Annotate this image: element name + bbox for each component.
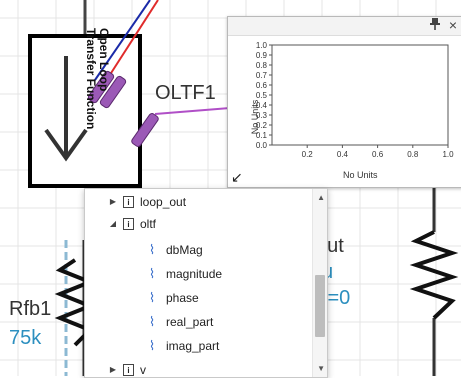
waveform-icon: ⌇ [148,338,156,353]
component-value[interactable]: 75k [9,327,41,350]
waveform-icon: ⌇ [148,266,156,281]
block-label: Open Loop Transfer Function [82,28,111,140]
plot-titlebar[interactable]: × [228,17,461,36]
expand-arrow-icon[interactable]: ▶ [107,359,119,377]
y-tick-label: 0.8 [256,61,268,70]
tree-item-label: magnitude [166,267,223,281]
tree-item-label: loop_out [140,195,187,209]
plot-window[interactable]: × 1.0 0.9 0.8 0.7 0.6 0.5 0.4 0.3 0.2 0.1 0.0 0.2 0.… [227,16,461,188]
tree-item-phase[interactable]: ⌇ phase [145,287,199,309]
x-tick-label: 0.4 [337,150,349,159]
scroll-down-arrow-icon[interactable]: ▼ [317,364,325,373]
resize-icon[interactable]: ↙ [231,169,243,186]
resistor-symbol [409,230,459,320]
x-tick-label: 0.2 [302,150,314,159]
waveform-icon: ⌇ [148,314,156,329]
pin-icon[interactable] [430,18,440,33]
info-box-icon: i [123,196,134,208]
info-box-icon: i [123,364,134,376]
close-icon[interactable]: × [449,17,457,33]
tree-item-imag-part[interactable]: ⌇ imag_part [145,335,220,357]
block-label-line1: Open Loop [97,28,111,92]
tree-item-v[interactable]: ▶ i v [107,359,146,377]
wire-magenta [154,107,231,115]
x-tick-label: 1.0 [442,150,454,159]
scroll-thumb[interactable] [315,275,325,337]
y-tick-label: 1.0 [256,41,268,50]
plot-ylabel: No Units [250,99,260,135]
plot-frame [271,44,449,146]
tree-item-dbmag[interactable]: ⌇ dbMag [145,239,203,261]
scrollbar[interactable]: ▲ ▼ [312,189,327,377]
tree-item-magnitude[interactable]: ⌇ magnitude [145,263,222,285]
y-tick-label: 0.7 [256,71,268,80]
tree-item-label: oltf [140,217,157,231]
tree-item-label: phase [166,291,199,305]
x-tick-label: 0.6 [372,150,384,159]
net-label[interactable]: OLTF1 [155,82,216,105]
waveform-icon: ⌇ [148,242,156,257]
x-tick-label: 0.8 [407,150,419,159]
scroll-up-arrow-icon[interactable]: ▲ [317,193,325,202]
collapse-arrow-icon[interactable]: ◢ [107,213,119,235]
signal-tree-dropdown[interactable]: ▶ i loop_out ◢ i oltf ⌇ dbMag ⌇ magnitud… [84,188,328,378]
tree-item-label: real_part [166,315,214,329]
info-box-icon: i [123,218,134,230]
component-ref[interactable]: Rfb1 [9,298,51,321]
plot-area[interactable]: 1.00.90.80.70.60.50.40.30.20.10.00.2 0.4 0… [228,35,461,170]
tree-item-label: v [140,363,146,377]
tree-item-loop-out[interactable]: ▶ i loop_out [107,191,186,213]
tree-item-oltf[interactable]: ◢ i oltf [107,213,156,235]
block-label-line2: Transfer Function [84,28,98,130]
y-tick-label: 0.9 [256,51,268,60]
expand-arrow-icon[interactable]: ▶ [107,191,119,213]
tree-item-label: imag_part [166,339,220,353]
tree-item-label: dbMag [166,243,203,257]
plot-xlabel: No Units [343,170,378,180]
waveform-icon: ⌇ [148,290,156,305]
tree-item-real-part[interactable]: ⌇ real_part [145,311,214,333]
